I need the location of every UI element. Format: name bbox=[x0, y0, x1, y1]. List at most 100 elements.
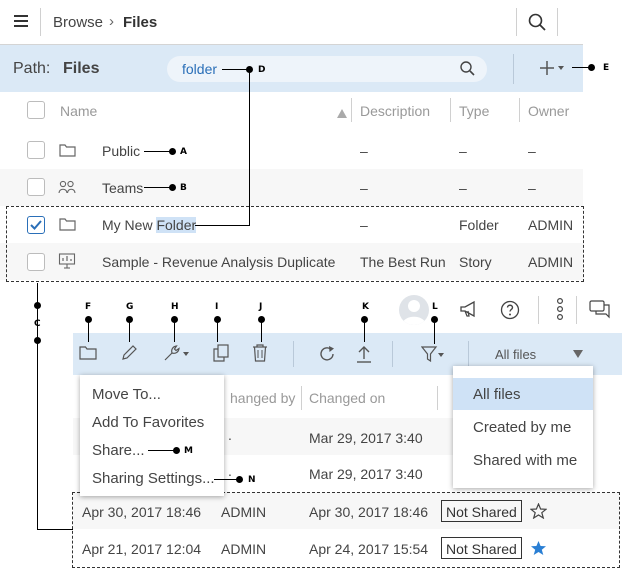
callout-e: E bbox=[603, 63, 610, 73]
callout-d: D bbox=[258, 65, 266, 75]
tools-wrench-dropdown-button[interactable] bbox=[163, 344, 191, 367]
column-header-type[interactable]: Type bbox=[459, 103, 489, 119]
search-icon[interactable] bbox=[460, 61, 475, 81]
callout-dot bbox=[34, 337, 41, 344]
search-icon[interactable] bbox=[528, 13, 546, 36]
row-name[interactable]: Public bbox=[102, 143, 140, 159]
help-icon[interactable] bbox=[500, 300, 520, 325]
search-input-value: folder bbox=[182, 61, 218, 77]
breadcrumb-separator: › bbox=[109, 13, 114, 30]
refresh-icon[interactable] bbox=[318, 345, 336, 368]
context-menu: Move To... Add To Favorites Share... Sha… bbox=[80, 375, 224, 496]
hamburger-menu-icon[interactable] bbox=[14, 15, 28, 27]
callout-line bbox=[144, 151, 172, 152]
team-icon bbox=[58, 180, 76, 199]
filter-dropdown-menu: All files Created by me Shared with me bbox=[453, 366, 593, 488]
divider bbox=[392, 341, 393, 367]
more-options-icon[interactable] bbox=[556, 297, 564, 325]
column-header-name[interactable]: Name bbox=[60, 103, 97, 119]
table-row[interactable] bbox=[0, 169, 583, 206]
row-description: – bbox=[360, 143, 368, 159]
callout-dot bbox=[169, 184, 176, 191]
row-changed-by: . bbox=[228, 463, 232, 479]
table-row[interactable] bbox=[0, 131, 583, 169]
menu-item-share[interactable]: Share... bbox=[92, 442, 145, 459]
callout-line bbox=[148, 450, 176, 451]
row-changed-by: . bbox=[228, 427, 232, 443]
path-value: Files bbox=[63, 60, 100, 77]
callout-g: G bbox=[126, 302, 134, 312]
selection-outline bbox=[6, 206, 584, 282]
upload-icon[interactable] bbox=[356, 344, 372, 369]
divider bbox=[538, 296, 539, 324]
menu-item-shared-with-me[interactable]: Shared with me bbox=[473, 452, 577, 469]
menu-item-add-to-favorites[interactable]: Add To Favorites bbox=[92, 414, 204, 431]
divider bbox=[468, 341, 469, 367]
edit-pencil-button[interactable] bbox=[120, 344, 138, 367]
callout-line bbox=[434, 320, 435, 344]
callout-dot bbox=[169, 148, 176, 155]
divider bbox=[516, 8, 517, 36]
copy-button[interactable] bbox=[212, 344, 230, 367]
callout-m: M bbox=[184, 446, 193, 456]
callout-k: K bbox=[362, 302, 369, 312]
callout-n: N bbox=[248, 475, 256, 485]
callout-b: B bbox=[180, 183, 187, 193]
column-header-description[interactable]: Description bbox=[360, 103, 430, 119]
menu-item-all-files[interactable]: All files bbox=[473, 386, 521, 403]
callout-dot bbox=[34, 302, 41, 309]
divider bbox=[437, 386, 438, 410]
callout-line bbox=[129, 320, 130, 342]
folder-icon bbox=[59, 143, 76, 162]
menu-item-move-to[interactable]: Move To... bbox=[92, 386, 161, 403]
row-name[interactable]: Teams bbox=[102, 180, 143, 196]
menu-item-sharing-settings[interactable]: Sharing Settings... bbox=[92, 470, 215, 487]
callout-j: J bbox=[259, 302, 263, 312]
divider bbox=[293, 341, 294, 367]
file-filter-select-value: All files bbox=[495, 347, 537, 362]
row-owner: – bbox=[528, 180, 536, 196]
callout-line bbox=[222, 69, 249, 70]
callout-dot bbox=[588, 64, 595, 71]
sort-ascending-icon[interactable] bbox=[337, 105, 347, 123]
row-owner: – bbox=[528, 143, 536, 159]
column-header-owner[interactable]: Owner bbox=[528, 103, 569, 119]
column-header-changed-by[interactable]: hanged by bbox=[230, 390, 295, 406]
chat-icon[interactable] bbox=[589, 300, 611, 325]
callout-l: L bbox=[432, 302, 438, 312]
callout-a: A bbox=[180, 147, 187, 157]
divider bbox=[557, 8, 558, 36]
callout-line bbox=[174, 320, 175, 342]
delete-trash-button[interactable] bbox=[252, 344, 268, 367]
callout-line bbox=[261, 320, 262, 342]
row-changed-on: Mar 29, 2017 3:40 bbox=[309, 466, 423, 482]
callout-line bbox=[144, 187, 172, 188]
select-all-checkbox[interactable] bbox=[27, 101, 45, 119]
divider bbox=[351, 98, 352, 122]
divider bbox=[40, 8, 41, 36]
divider bbox=[301, 386, 302, 410]
selection-outline bbox=[72, 492, 620, 568]
menu-item-created-by-me[interactable]: Created by me bbox=[473, 419, 571, 436]
breadcrumb-browse[interactable]: Browse bbox=[53, 14, 103, 31]
callout-dot bbox=[173, 447, 180, 454]
file-filter-select[interactable]: All files bbox=[478, 340, 590, 368]
row-checkbox[interactable] bbox=[27, 178, 45, 196]
open-folder-button[interactable] bbox=[79, 345, 97, 365]
breadcrumb-files: Files bbox=[123, 14, 158, 31]
row-checkbox[interactable] bbox=[27, 141, 45, 159]
callout-line bbox=[195, 225, 250, 226]
announcement-icon[interactable] bbox=[459, 300, 479, 323]
filter-dropdown-icon[interactable] bbox=[420, 346, 445, 367]
callout-h: H bbox=[171, 302, 179, 312]
callout-i: I bbox=[215, 302, 219, 312]
add-dropdown-button[interactable] bbox=[539, 59, 565, 77]
avatar[interactable] bbox=[399, 295, 429, 325]
callout-f: F bbox=[85, 302, 92, 312]
callout-c: C bbox=[34, 319, 41, 329]
column-header-changed-on[interactable]: Changed on bbox=[309, 390, 385, 406]
callout-line bbox=[88, 320, 89, 342]
callout-line bbox=[37, 529, 73, 530]
callout-line bbox=[249, 69, 250, 225]
divider bbox=[450, 98, 451, 122]
